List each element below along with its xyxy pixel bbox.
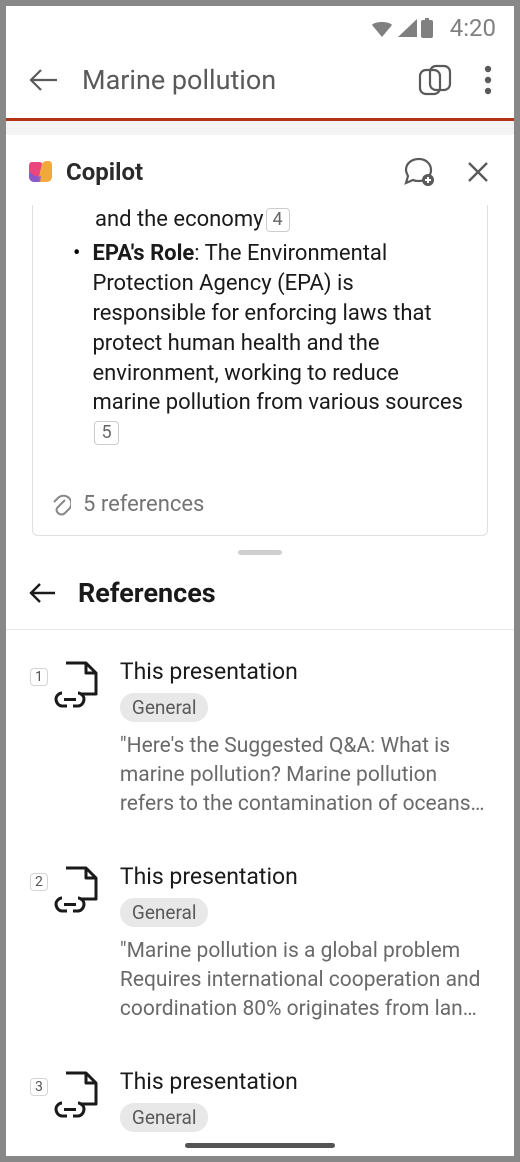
answer-truncated-line: and the economy4: [51, 205, 469, 235]
answer-bullet: • EPA's Role: The Environmental Protecti…: [51, 239, 469, 448]
app-header: Marine pollution: [6, 46, 514, 121]
reference-snippet: "Marine pollution is a global problem Re…: [120, 937, 490, 1024]
reference-index: 1: [30, 668, 48, 686]
reference-title: This presentation: [120, 1068, 490, 1095]
references-footer[interactable]: 5 references: [51, 492, 469, 517]
attachment-icon: [51, 494, 71, 516]
status-time: 4:20: [450, 14, 496, 42]
copilot-title: Copilot: [66, 158, 402, 186]
references-header: References: [6, 567, 514, 630]
status-bar: 4:20: [6, 6, 514, 46]
battery-icon: [420, 18, 434, 38]
document-link-icon: [54, 865, 100, 1024]
new-chat-icon[interactable]: [402, 157, 434, 187]
bullet-dot-icon: •: [73, 239, 80, 448]
home-indicator[interactable]: [185, 1143, 335, 1148]
reference-tag: General: [120, 898, 209, 927]
references-list: 1 This presentation General "Here's the …: [6, 630, 514, 1142]
copilot-header: Copilot: [6, 121, 514, 205]
reference-tag: General: [120, 1103, 209, 1132]
references-count: 5 references: [83, 492, 204, 517]
document-link-icon: [54, 660, 100, 819]
reference-index: 3: [30, 1078, 48, 1096]
back-icon[interactable]: [28, 68, 58, 92]
document-link-icon: [54, 1070, 100, 1142]
wifi-icon: [370, 19, 394, 37]
page-title: Marine pollution: [82, 64, 418, 96]
copilot-body: and the economy4 • EPA's Role: The Envir…: [6, 205, 514, 536]
reference-item[interactable]: 2 This presentation General "Marine poll…: [30, 863, 490, 1024]
status-icons: [370, 18, 434, 38]
close-icon[interactable]: [466, 160, 490, 184]
cell-signal-icon: [397, 19, 417, 37]
drag-handle[interactable]: [238, 550, 282, 555]
back-icon[interactable]: [28, 582, 56, 604]
answer-text-fragment: and the economy: [95, 207, 264, 232]
answer-bullet-label: EPA's Role: [92, 241, 194, 266]
more-icon[interactable]: [484, 65, 492, 95]
reference-item[interactable]: 3 This presentation General: [30, 1068, 490, 1142]
reference-title: This presentation: [120, 863, 490, 890]
reference-tag: General: [120, 693, 209, 722]
copilot-logo-icon: [26, 158, 54, 186]
copilot-answer-card: and the economy4 • EPA's Role: The Envir…: [32, 205, 488, 536]
references-title: References: [78, 577, 216, 609]
reference-title: This presentation: [120, 658, 490, 685]
answer-bullet-text: : The Environmental Protection Agency (E…: [92, 241, 463, 416]
reference-snippet: "Here's the Suggested Q&A: What is marin…: [120, 732, 490, 819]
citation-badge[interactable]: 5: [94, 421, 118, 445]
copilot-launch-icon[interactable]: [418, 64, 452, 96]
reference-item[interactable]: 1 This presentation General "Here's the …: [30, 658, 490, 819]
citation-badge[interactable]: 4: [266, 208, 290, 232]
reference-index: 2: [30, 873, 48, 891]
